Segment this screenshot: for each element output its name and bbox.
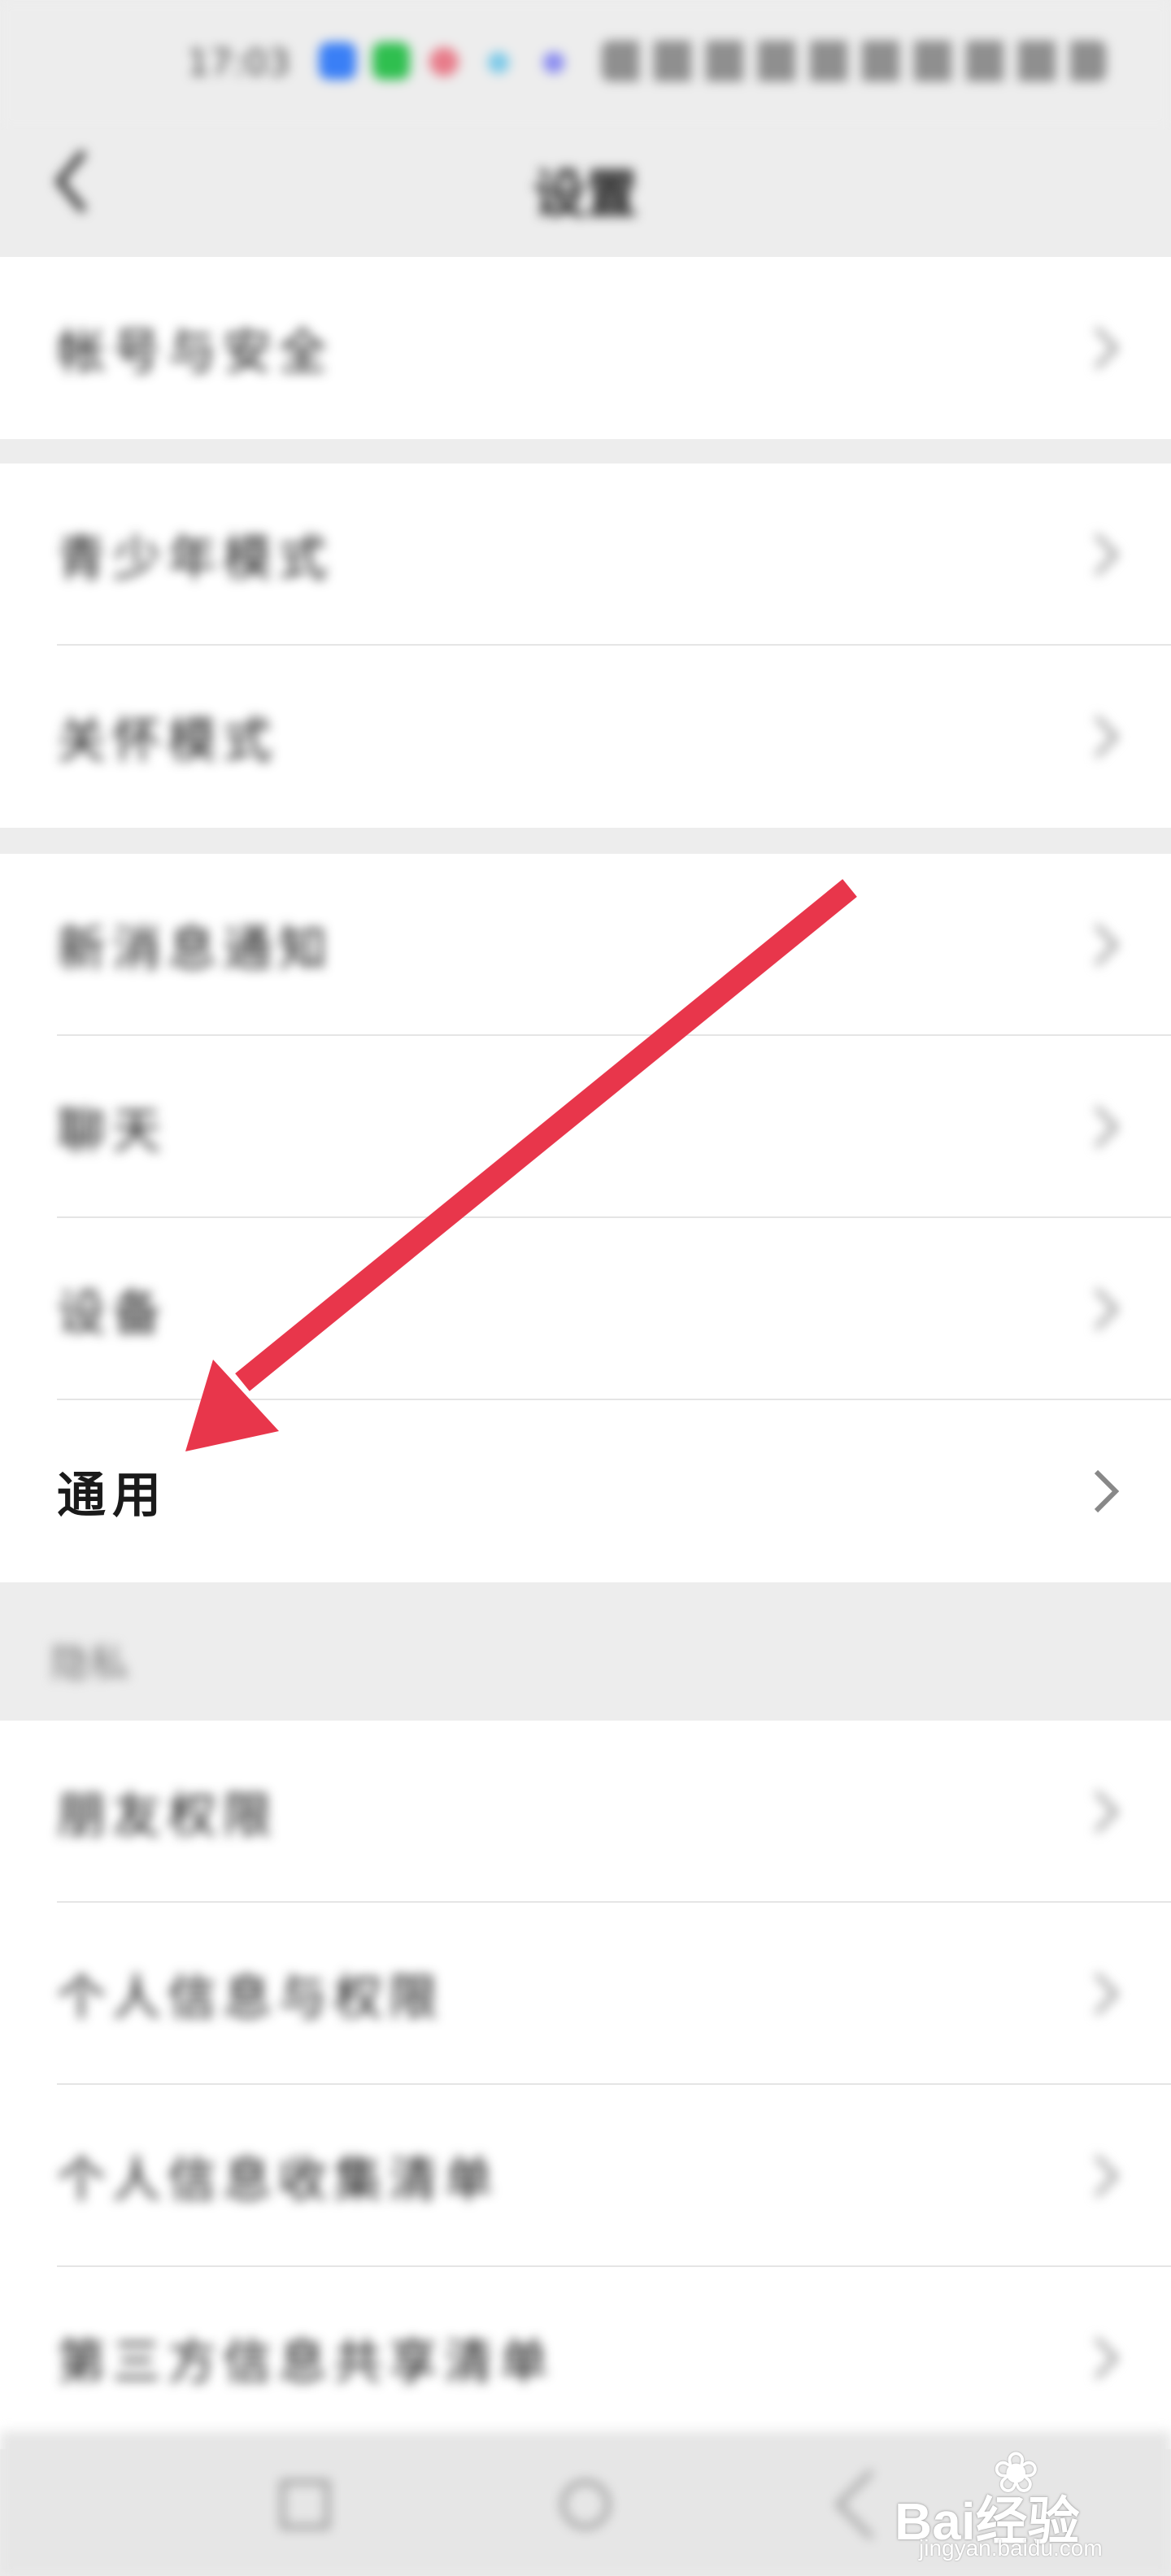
home-nav-icon[interactable] <box>561 2480 610 2529</box>
settings-group-general: 新消息通知 聊天 设备 通用 <box>0 854 1171 1582</box>
settings-group-modes: 青少年模式 关怀模式 <box>0 463 1171 828</box>
settings-item-friend-permissions[interactable]: 朋友权限 <box>0 1721 1171 1903</box>
chevron-right-icon <box>1090 322 1122 374</box>
section-header-label: 隐私 <box>50 1641 129 1686</box>
settings-item-label: 关怀模式 <box>57 712 278 770</box>
settings-item-label: 第三方信息共享清单 <box>57 2334 555 2391</box>
settings-item-label: 聊天 <box>57 1103 168 1160</box>
settings-item-info-collection-list[interactable]: 个人信息收集清单 <box>0 2085 1171 2267</box>
menu-nav-icon[interactable] <box>281 2480 329 2529</box>
system-status-icons <box>602 41 1106 81</box>
notification-icon <box>372 42 410 80</box>
settings-item-account-security[interactable]: 帐号与安全 <box>0 257 1171 439</box>
notification-icon <box>488 52 509 73</box>
settings-group-account: 帐号与安全 <box>0 257 1171 439</box>
settings-item-care-mode[interactable]: 关怀模式 <box>0 646 1171 828</box>
page-title: 设置 <box>533 165 638 225</box>
settings-item-label: 通用 <box>57 1467 168 1525</box>
settings-group-privacy: 朋友权限 个人信息与权限 个人信息收集清单 第三方信息共享清单 <box>0 1721 1171 2449</box>
chevron-right-icon <box>1090 1968 1122 2020</box>
settings-item-devices[interactable]: 设备 <box>0 1218 1171 1400</box>
settings-item-general[interactable]: 通用 <box>0 1400 1171 1582</box>
settings-item-teen-mode[interactable]: 青少年模式 <box>0 463 1171 646</box>
settings-item-label: 帐号与安全 <box>57 324 333 381</box>
chevron-right-icon <box>1090 711 1122 763</box>
settings-item-personal-info-permissions[interactable]: 个人信息与权限 <box>0 1903 1171 2085</box>
chevron-right-icon <box>1090 1101 1122 1153</box>
notification-icon <box>319 42 356 80</box>
notification-icon <box>543 52 564 73</box>
status-time: 17:03 <box>187 42 290 84</box>
chevron-right-icon <box>1090 1786 1122 1838</box>
back-nav-icon[interactable] <box>835 2469 905 2539</box>
settings-item-third-party-sharing-list[interactable]: 第三方信息共享清单 <box>0 2267 1171 2449</box>
settings-item-label: 设备 <box>57 1285 168 1342</box>
settings-item-label: 个人信息与权限 <box>57 1969 444 2027</box>
chevron-right-icon <box>1090 1283 1122 1335</box>
settings-item-label: 新消息通知 <box>57 920 333 978</box>
notification-icon <box>429 47 459 76</box>
settings-item-label: 个人信息收集清单 <box>57 2152 499 2209</box>
settings-item-label: 朋友权限 <box>57 1787 278 1845</box>
section-header-privacy: 隐私 <box>0 1582 1171 1721</box>
settings-item-notifications[interactable]: 新消息通知 <box>0 854 1171 1036</box>
chevron-right-icon <box>1090 529 1122 581</box>
watermark: ❀ Bai经验 jingyan.baidu.com <box>895 2439 1122 2561</box>
chevron-right-icon <box>1090 2332 1122 2384</box>
status-bar: 17:03 <box>0 0 1171 130</box>
settings-item-label: 青少年模式 <box>57 530 333 588</box>
chevron-right-icon <box>1090 919 1122 971</box>
watermark-url: jingyan.baidu.com <box>919 2535 1103 2561</box>
settings-item-chat[interactable]: 聊天 <box>0 1036 1171 1218</box>
navbar: 设置 <box>0 130 1171 252</box>
chevron-right-icon <box>1090 2150 1122 2202</box>
chevron-right-icon <box>1090 1465 1122 1517</box>
